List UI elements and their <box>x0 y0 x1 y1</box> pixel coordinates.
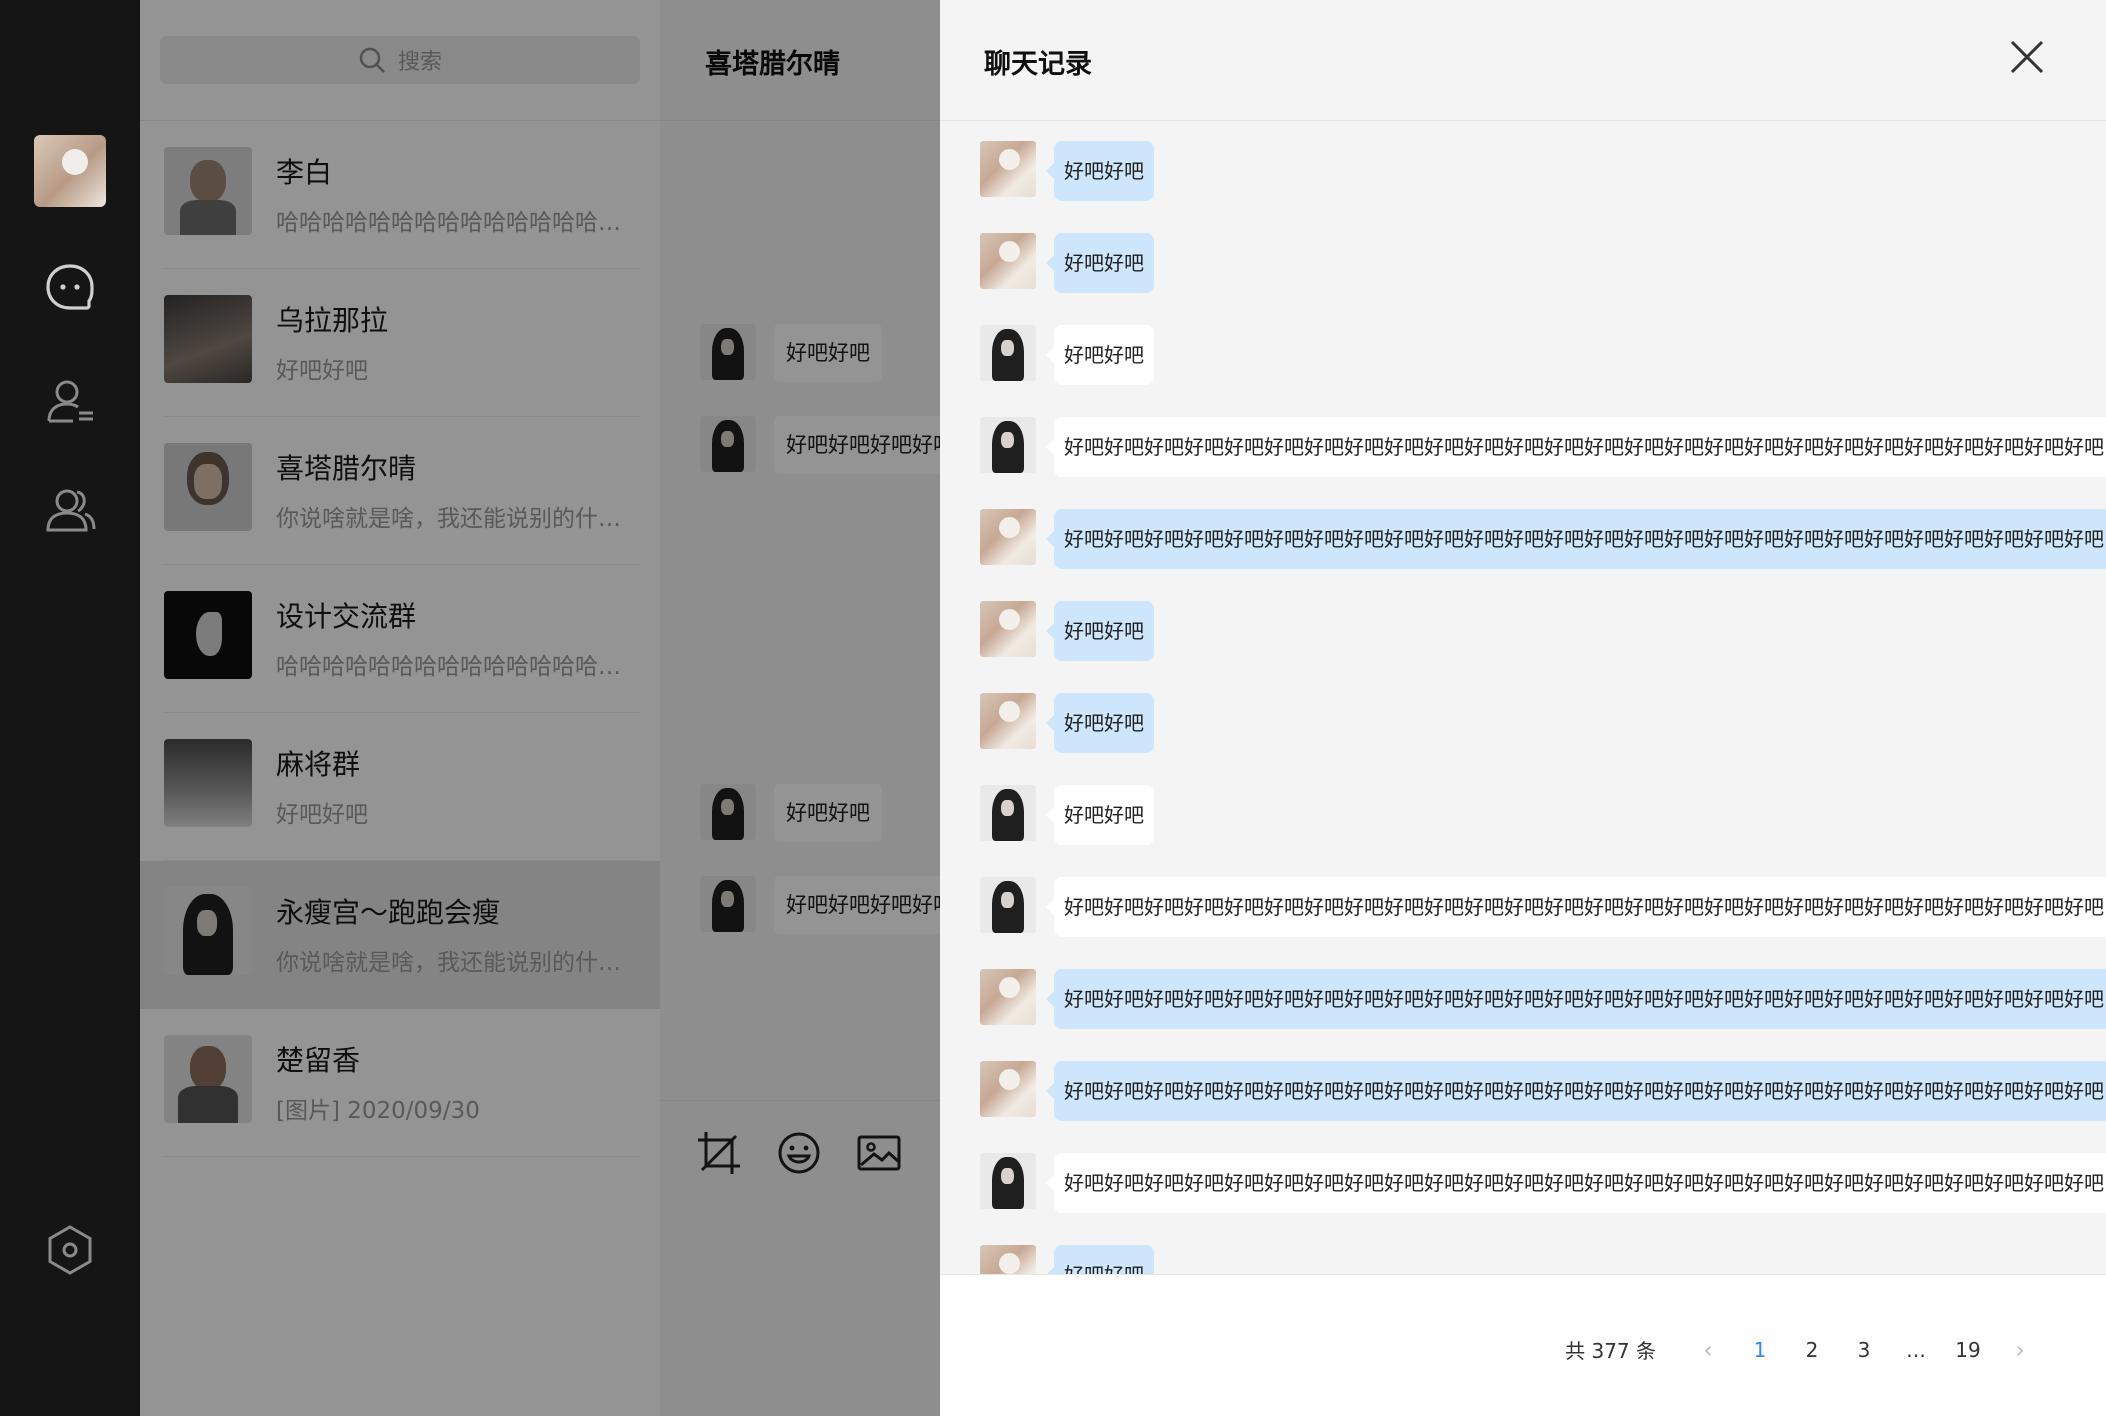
avatar <box>980 509 1036 565</box>
avatar <box>980 601 1036 657</box>
page-1-button[interactable]: 1 <box>1734 1338 1786 1362</box>
avatar <box>980 233 1036 289</box>
avatar <box>980 325 1036 381</box>
message-bubble: 好吧好吧好吧好吧好吧好吧好吧好吧好吧好吧好吧好吧好吧好吧好吧好吧好吧好吧好吧好吧… <box>1046 417 2106 477</box>
message-bubble: 好吧好吧 <box>1046 1245 1154 1274</box>
message-bubble: 好吧好吧好吧好吧好吧好吧好吧好吧好吧好吧好吧好吧好吧好吧好吧好吧好吧好吧好吧好吧… <box>1046 509 2106 569</box>
modal-overlay[interactable] <box>140 0 940 1416</box>
groups-icon[interactable] <box>40 480 100 540</box>
my-avatar[interactable] <box>34 135 106 207</box>
avatar <box>980 693 1036 749</box>
panel-title: 聊天记录 <box>984 49 1092 80</box>
nav-rail <box>0 0 140 1416</box>
chat-history-panel: 聊天记录 好吧好吧 好吧好吧 好吧好吧 好吧好吧好吧好吧好吧好吧好吧好吧好吧好吧… <box>940 0 2106 1416</box>
pagination: 共 377 条 ‹ 1 2 3 … 19 › <box>1565 1335 2046 1364</box>
chat-icon[interactable] <box>40 258 100 318</box>
avatar <box>980 141 1036 197</box>
message-bubble: 好吧好吧好吧好吧好吧好吧好吧好吧好吧好吧好吧好吧好吧好吧好吧好吧好吧好吧好吧好吧… <box>1046 1061 2106 1121</box>
page-3-button[interactable]: 3 <box>1838 1338 1890 1362</box>
page-ellipsis[interactable]: … <box>1890 1338 1942 1362</box>
avatar <box>980 417 1036 473</box>
page-19-button[interactable]: 19 <box>1942 1338 1994 1362</box>
message-bubble: 好吧好吧 <box>1046 601 1154 661</box>
close-button[interactable] <box>2008 38 2046 76</box>
contacts-icon[interactable] <box>40 372 100 432</box>
avatar <box>980 1245 1036 1274</box>
message-bubble: 好吧好吧 <box>1046 785 1154 845</box>
avatar <box>980 1061 1036 1117</box>
avatar <box>980 785 1036 841</box>
message-bubble: 好吧好吧 <box>1046 141 1154 201</box>
close-icon <box>2010 40 2044 74</box>
avatar <box>980 1153 1036 1209</box>
message-bubble: 好吧好吧好吧好吧好吧好吧好吧好吧好吧好吧好吧好吧好吧好吧好吧好吧好吧好吧好吧好吧… <box>1046 969 2106 1029</box>
message-bubble: 好吧好吧好吧好吧好吧好吧好吧好吧好吧好吧好吧好吧好吧好吧好吧好吧好吧好吧好吧好吧… <box>1046 877 2106 937</box>
prev-page-button[interactable]: ‹ <box>1682 1336 1734 1364</box>
page-2-button[interactable]: 2 <box>1786 1338 1838 1362</box>
message-bubble: 好吧好吧 <box>1046 693 1154 753</box>
history-message-list[interactable]: 好吧好吧 好吧好吧 好吧好吧 好吧好吧好吧好吧好吧好吧好吧好吧好吧好吧好吧好吧好… <box>940 121 2106 1274</box>
next-page-button[interactable]: › <box>1994 1336 2046 1364</box>
settings-icon[interactable] <box>40 1220 100 1280</box>
avatar <box>980 969 1036 1025</box>
pagination-total: 共 377 条 <box>1565 1339 1656 1363</box>
message-bubble: 好吧好吧 <box>1046 325 1154 385</box>
message-bubble: 好吧好吧好吧好吧好吧好吧好吧好吧好吧好吧好吧好吧好吧好吧好吧好吧好吧好吧好吧好吧… <box>1046 1153 2106 1213</box>
avatar <box>980 877 1036 933</box>
message-bubble: 好吧好吧 <box>1046 233 1154 293</box>
pagination-bar: 共 377 条 ‹ 1 2 3 … 19 › <box>940 1274 2106 1416</box>
